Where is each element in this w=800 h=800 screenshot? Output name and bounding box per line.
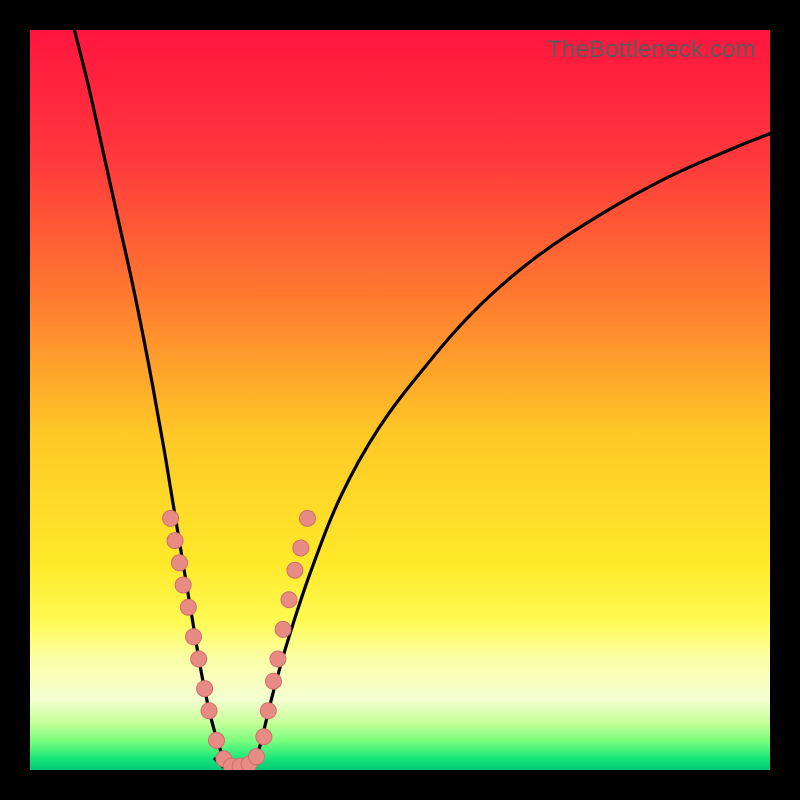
highlight-dot <box>191 651 207 667</box>
highlight-dot <box>175 577 191 593</box>
highlight-dot <box>287 562 303 578</box>
watermark-text: TheBottleneck.com <box>547 36 756 64</box>
highlight-dot <box>163 510 179 526</box>
plot-area: TheBottleneck.com <box>30 30 770 770</box>
highlight-dot <box>260 703 276 719</box>
highlight-dot <box>281 592 297 608</box>
highlight-dot <box>167 533 183 549</box>
highlight-dot <box>197 681 213 697</box>
highlight-dot <box>248 749 264 765</box>
highlight-dot <box>208 732 224 748</box>
highlight-dot <box>270 651 286 667</box>
highlight-dot <box>171 555 187 571</box>
series-right-branch <box>252 134 770 770</box>
highlight-dot <box>180 599 196 615</box>
highlight-dot <box>275 621 291 637</box>
highlight-dot <box>256 729 272 745</box>
chart-frame: TheBottleneck.com <box>0 0 800 800</box>
curves-layer <box>30 30 770 770</box>
highlight-dot <box>293 540 309 556</box>
highlight-dot <box>186 629 202 645</box>
highlight-dot <box>300 510 316 526</box>
highlight-dot <box>265 673 281 689</box>
highlight-dot <box>201 703 217 719</box>
